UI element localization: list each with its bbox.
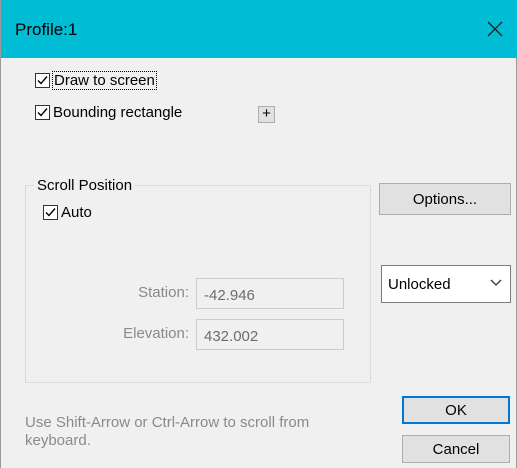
title-bar: Profile:1	[1, 0, 517, 58]
chevron-down-icon	[490, 279, 502, 286]
elevation-label: Elevation:	[123, 325, 189, 342]
bounding-rectangle-checkbox[interactable]: Bounding rectangle	[35, 104, 182, 121]
draw-to-screen-checkbox[interactable]: Draw to screen	[35, 71, 157, 90]
ok-button[interactable]: OK	[402, 396, 510, 424]
elevation-field[interactable]: 432.002	[196, 319, 344, 350]
checkbox-box[interactable]	[35, 73, 50, 88]
close-button[interactable]	[472, 0, 517, 58]
dialog-title: Profile:1	[15, 20, 78, 39]
close-icon	[487, 21, 503, 37]
auto-checkbox[interactable]: Auto	[43, 204, 92, 221]
keyboard-hint: Use Shift-Arrow or Ctrl-Arrow to scroll …	[25, 414, 310, 449]
bounding-rectangle-label: Bounding rectangle	[53, 104, 183, 121]
checkmark-icon	[37, 108, 48, 117]
checkmark-icon	[37, 76, 48, 85]
station-label: Station:	[138, 284, 189, 301]
checkbox-box[interactable]	[43, 205, 58, 220]
auto-label: Auto	[61, 204, 92, 221]
station-field[interactable]: -42.946	[196, 278, 344, 309]
profile-dialog: Profile:1 Draw to screen Bounding rectan…	[0, 0, 517, 468]
lock-dropdown-value: Unlocked	[388, 276, 451, 293]
cancel-button[interactable]: Cancel	[402, 435, 510, 463]
scroll-position-title: Scroll Position	[34, 177, 136, 194]
draw-to-screen-label: Draw to screen	[52, 71, 157, 90]
checkbox-box[interactable]	[35, 105, 50, 120]
options-button[interactable]: Options...	[379, 183, 511, 215]
checkmark-icon	[45, 208, 56, 217]
lock-dropdown[interactable]: Unlocked	[381, 265, 511, 303]
expand-button[interactable]: +	[258, 106, 275, 123]
